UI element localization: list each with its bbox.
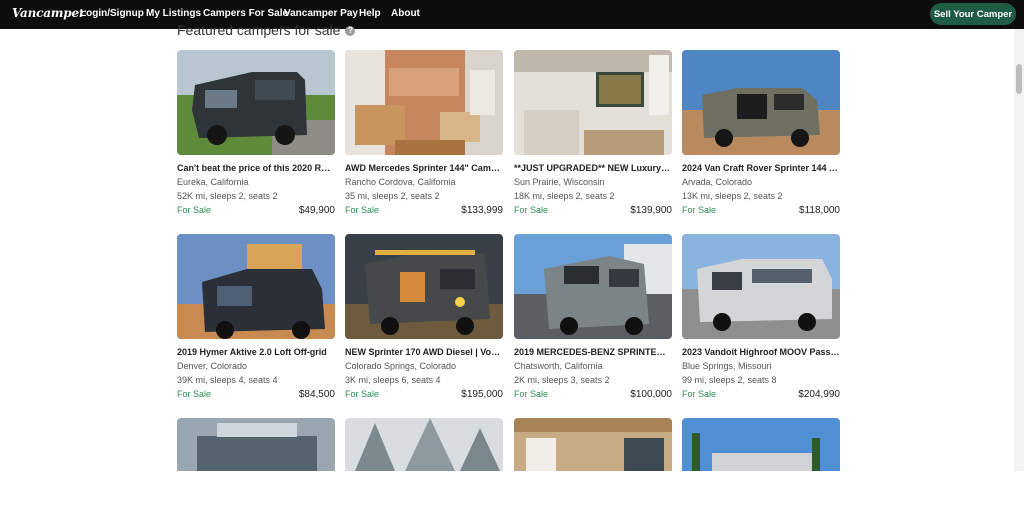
listing-title[interactable]: 2023 Vandoit Highroof MOOV Passenger [682, 347, 840, 357]
listing-footer: For Sale $195,000 [345, 389, 503, 400]
listing-photo[interactable] [345, 234, 503, 339]
listing-footer: For Sale $118,000 [682, 205, 840, 216]
listing-title[interactable]: 2024 Van Craft Rover Sprinter 144 AWD [682, 163, 840, 173]
listing-footer: For Sale $133,999 [345, 205, 503, 216]
featured-section-title: Featured campers for sale? [177, 22, 356, 38]
listing-title[interactable]: NEW Sprinter 170 AWD Diesel | Voyager [345, 347, 503, 357]
listing-card[interactable]: NEW Sprinter 170 AWD Diesel | Voyager Co… [345, 234, 503, 400]
listing-price: $100,000 [630, 389, 672, 400]
section-title-text: Featured campers for sale [177, 22, 341, 38]
listing-stats: 18K mi, sleeps 2, seats 2 [514, 191, 615, 201]
listing-status: For Sale [177, 389, 212, 399]
listing-photo[interactable] [682, 50, 840, 155]
top-navbar: Vancamper Login/Signup My Listings Campe… [0, 0, 1024, 29]
listing-card[interactable]: 2023 Vandoit Highroof MOOV Passenger Blu… [682, 234, 840, 400]
listing-status: For Sale [682, 205, 717, 215]
listing-card[interactable]: 2024 Van Craft Rover Sprinter 144 AWD Ar… [682, 50, 840, 216]
listing-price: $204,990 [798, 389, 840, 400]
listing-card[interactable]: 2019 MERCEDES-BENZ SPRINTER 170 Chatswor… [514, 234, 672, 400]
page-scrollbar[interactable] [1014, 29, 1024, 471]
listing-title[interactable]: AWD Mercedes Sprinter 144" Campervan [345, 163, 503, 173]
listing-location: Blue Springs, Missouri [682, 361, 772, 371]
listing-card[interactable]: Can't beat the price of this 2020 Ram Pr… [177, 50, 335, 216]
listing-status: For Sale [514, 389, 549, 399]
listing-footer: For Sale $49,900 [177, 205, 335, 216]
listing-price: $118,000 [799, 205, 840, 216]
listing-stats: 99 mi, sleeps 2, seats 8 [682, 375, 777, 385]
listing-photo[interactable] [514, 50, 672, 155]
listing-photo[interactable] [177, 234, 335, 339]
listing-stats: 13K mi, sleeps 2, seats 2 [682, 191, 783, 201]
listing-status: For Sale [682, 389, 717, 399]
listing-card[interactable]: **JUST UPGRADED** NEW Luxury Van Sun Pra… [514, 50, 672, 216]
listing-footer: For Sale $84,500 [177, 389, 335, 400]
listing-location: Sun Prairie, Wisconsin [514, 177, 605, 187]
listing-price: $195,000 [461, 389, 503, 400]
listing-card[interactable]: 2019 Hymer Aktive 2.0 Loft Off-grid Denv… [177, 234, 335, 400]
listing-footer: For Sale $100,000 [514, 389, 672, 400]
listing-status: For Sale [345, 205, 380, 215]
nav-vancamper-pay[interactable]: Vancamper Pay [284, 8, 358, 19]
nav-login-signup[interactable]: Login/Signup [80, 8, 144, 19]
listing-location: Colorado Springs, Colorado [345, 361, 457, 371]
listing-status: For Sale [177, 205, 212, 215]
nav-about[interactable]: About [391, 8, 420, 19]
listing-photo[interactable] [682, 234, 840, 339]
info-icon[interactable]: ? [345, 26, 356, 37]
listing-location: Eureka, California [177, 177, 249, 187]
listing-stats: 35 mi, sleeps 2, seats 2 [345, 191, 440, 201]
listing-photo[interactable] [514, 234, 672, 339]
listing-title[interactable]: 2019 MERCEDES-BENZ SPRINTER 170 [514, 347, 672, 357]
listing-stats: 2K mi, sleeps 3, seats 2 [514, 375, 610, 385]
listing-card[interactable]: AWD Mercedes Sprinter 144" Campervan Ran… [345, 50, 503, 216]
sell-your-camper-button[interactable]: Sell Your Camper [930, 3, 1016, 25]
scrollbar-thumb[interactable] [1016, 64, 1022, 94]
listing-location: Chatsworth, California [514, 361, 603, 371]
listing-location: Arvada, Colorado [682, 177, 753, 187]
vancamper-logo[interactable]: Vancamper [12, 6, 85, 20]
listing-photo[interactable] [345, 50, 503, 155]
listing-title[interactable]: Can't beat the price of this 2020 Ram Pr… [177, 163, 335, 173]
listing-status: For Sale [345, 389, 380, 399]
listing-stats: 39K mi, sleeps 4, seats 4 [177, 375, 278, 385]
listing-location: Denver, Colorado [177, 361, 248, 371]
listing-price: $84,500 [298, 389, 335, 400]
listing-stats: 52K mi, sleeps 2, seats 2 [177, 191, 278, 201]
nav-campers-for-sale[interactable]: Campers For Sale [203, 8, 288, 19]
listing-price: $133,999 [461, 205, 503, 216]
listing-price: $49,900 [298, 205, 335, 216]
listing-footer: For Sale $204,990 [682, 389, 840, 400]
nav-help[interactable]: Help [359, 8, 381, 19]
listing-location: Rancho Cordova, California [345, 177, 456, 187]
listing-status: For Sale [514, 205, 549, 215]
nav-my-listings[interactable]: My Listings [146, 8, 201, 19]
listing-footer: For Sale $139,900 [514, 205, 672, 216]
listing-price: $139,900 [630, 205, 672, 216]
listing-title[interactable]: **JUST UPGRADED** NEW Luxury Van [514, 163, 672, 173]
listing-stats: 3K mi, sleeps 6, seats 4 [345, 375, 441, 385]
listing-photo[interactable] [177, 50, 335, 155]
listing-title[interactable]: 2019 Hymer Aktive 2.0 Loft Off-grid [177, 347, 335, 357]
